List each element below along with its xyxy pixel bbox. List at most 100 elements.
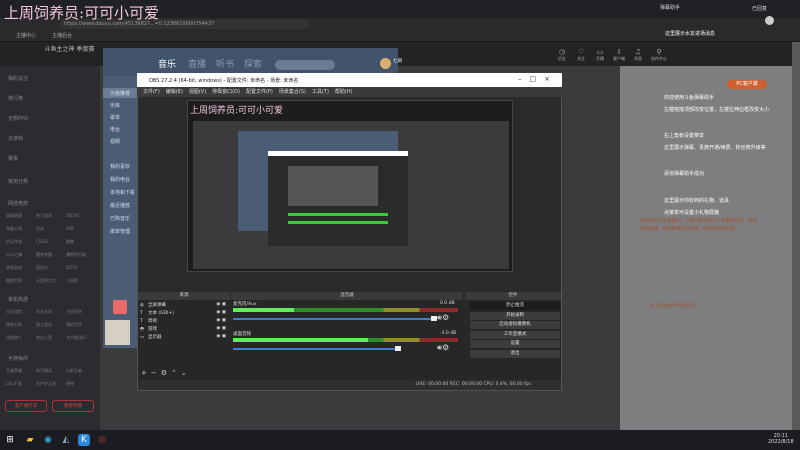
category-link[interactable]: DOTA2 (66, 213, 96, 219)
app-icon[interactable]: K (78, 434, 90, 446)
file-explorer-icon[interactable]: ▰ (24, 434, 36, 446)
volume-slider[interactable] (233, 348, 397, 350)
close-icon[interactable]: × (544, 75, 558, 83)
category-link[interactable]: DNF (66, 226, 96, 232)
follow-button[interactable]: ♡ 关注 (572, 48, 590, 62)
category-link[interactable]: 鬼谷八荒 (36, 335, 66, 341)
sidebar-item-rank[interactable]: 排行榜 (8, 95, 23, 102)
bookmark-item[interactable]: 主播中心 (16, 32, 36, 39)
system-clock[interactable]: 20:11 2022/8/18 (768, 433, 794, 445)
open-client-button[interactable]: 客户端打开 (5, 400, 47, 412)
down-icon[interactable]: ⌄ (181, 369, 191, 377)
sidebar-item-follow[interactable]: 我的关注 (8, 75, 28, 82)
category-link[interactable]: 我的世界 (66, 322, 96, 328)
edge-icon[interactable]: ◉ (42, 434, 54, 446)
live-button[interactable]: ▭ 开播 (591, 48, 609, 62)
category-link[interactable]: 明星游戏 (6, 265, 36, 271)
category-link[interactable]: CSGO (36, 239, 66, 245)
speaker-icon[interactable]: 🔊︎⚙ (437, 343, 449, 353)
remove-icon[interactable]: − (151, 369, 161, 377)
obs-menu-item[interactable]: 配置文件(P) (246, 89, 273, 95)
category-link[interactable]: 主机游戏 (6, 309, 36, 315)
category-link[interactable]: 魔兽世界 (6, 278, 36, 284)
speaker-icon[interactable]: 🔊︎⚙ (437, 313, 449, 323)
volume-slider[interactable] (233, 318, 433, 320)
control-button[interactable]: 启动虚拟摄像机 (470, 321, 560, 329)
source-item[interactable]: ◓ 游戏 ◉ ▣ (140, 326, 228, 332)
album-cover[interactable] (105, 320, 130, 345)
window-controls[interactable]: –□× (518, 75, 558, 83)
control-button[interactable]: 停止推流 (470, 302, 560, 310)
category-link[interactable]: LOL手游 (6, 381, 36, 387)
source-item[interactable]: T 周榜 ◉ ▣ (140, 318, 228, 324)
category-link[interactable]: 永劫无间 (36, 309, 66, 315)
category-link[interactable]: 魔兽争霸 (36, 252, 66, 258)
category-link[interactable]: 魔兽怀旧服 (66, 252, 96, 258)
obs-menu-item[interactable]: 场景集合(S) (279, 89, 306, 95)
music-sidebar-item[interactable]: 本地和下载 (110, 189, 134, 196)
gear-icon[interactable]: ⚙ (161, 369, 171, 377)
visibility-eye-icon[interactable]: ◉ ▣ (216, 318, 226, 323)
music-user-avatar[interactable] (380, 58, 391, 69)
sidebar-item-events[interactable]: 赛事 (8, 155, 18, 162)
obs-menu-item[interactable]: 帮助(H) (335, 89, 353, 95)
control-button[interactable]: 设置 (470, 340, 560, 348)
steam-icon[interactable]: ◭ (60, 434, 72, 446)
tab-audiobook[interactable]: 听书 (216, 57, 234, 70)
control-button[interactable]: 退出 (470, 349, 560, 358)
category-link[interactable]: 原神 (66, 381, 96, 387)
site-logo[interactable]: 斗鱼主之神 季度赛 (42, 44, 97, 64)
control-button[interactable]: 工作室模式 (470, 330, 560, 339)
category-link[interactable]: 三国杀 (66, 278, 96, 284)
visibility-eye-icon[interactable]: ◉ ▣ (216, 326, 226, 331)
minimize-icon[interactable]: – (518, 75, 530, 83)
category-link[interactable]: 魔兽 (66, 239, 96, 245)
obs-icon[interactable]: ◎ (96, 434, 108, 446)
obs-menu-item[interactable]: 编辑(E) (166, 89, 183, 95)
music-sidebar-item[interactable]: 歌单管理 (110, 228, 134, 235)
obs-menu-item[interactable]: 停靠窗口(D) (212, 89, 240, 95)
category-link[interactable]: cs沙之峰 (6, 252, 36, 258)
category-link[interactable]: 使命召唤 (6, 322, 36, 328)
messages-button[interactable]: ♫ 消息 (629, 48, 647, 62)
music-sidebar-item[interactable]: 电台 (110, 126, 134, 133)
tab-live[interactable]: 直播 (188, 57, 206, 70)
visibility-eye-icon[interactable]: ◉ ▣ (216, 302, 226, 307)
category-link[interactable]: 炉石传说 (6, 239, 36, 245)
add-icon[interactable]: + (141, 369, 151, 377)
category-link[interactable]: 英雄联盟 (6, 213, 36, 219)
music-search-input[interactable] (275, 60, 335, 70)
visibility-eye-icon[interactable]: ◉ ▣ (216, 334, 226, 339)
music-sidebar-item[interactable]: 最近播放 (110, 202, 134, 209)
heart-playlist-icon[interactable] (113, 300, 127, 314)
source-item[interactable]: T 文本 (GDI+) ◉ ▣ (140, 310, 228, 316)
category-link[interactable]: 独立游戏 (36, 322, 66, 328)
avatar[interactable] (765, 16, 774, 25)
source-item[interactable]: ◍ 全屏弹幕 ◉ ▣ (140, 302, 228, 308)
category-link[interactable]: 艾尔登法环 (66, 335, 96, 341)
category-link[interactable]: 和平精英 (36, 368, 66, 374)
music-sidebar-item[interactable]: 歌单 (110, 114, 134, 121)
category-link[interactable]: DOTA (66, 265, 96, 271)
music-sidebar-item[interactable]: 为我推荐 (110, 90, 134, 97)
visibility-eye-icon[interactable]: ◉ ▣ (216, 310, 226, 315)
history-button[interactable]: ◷ 历史 (553, 48, 571, 62)
category-link[interactable]: 天涯明月刀 (36, 278, 66, 284)
windows-start-icon[interactable]: ⊞ (4, 434, 16, 446)
music-sidebar-item[interactable]: 我的喜欢 (110, 163, 134, 170)
creator-center-button[interactable]: ⚲ 创作中心 (648, 48, 670, 62)
category-link[interactable]: 热门游戏 (36, 213, 66, 219)
up-icon[interactable]: ⌃ (171, 369, 181, 377)
category-link[interactable]: 王者荣耀 (6, 368, 36, 374)
music-sidebar-item[interactable]: 乐库 (110, 102, 134, 109)
category-link[interactable]: 穿越火线 (6, 226, 36, 232)
source-item[interactable]: ▭ 显示器 ◉ ▣ (140, 334, 228, 340)
pc-client-button[interactable]: PC客户端 (727, 80, 767, 89)
category-link[interactable]: 怪物猎人 (6, 335, 36, 341)
sidebar-item-ppo[interactable]: 无限PPO (8, 115, 28, 122)
start-live-button[interactable]: 我要开播 (52, 400, 94, 412)
bookmark-item[interactable]: 主播后台 (52, 32, 72, 39)
category-link[interactable]: 冒险岛 (36, 265, 66, 271)
tab-explore[interactable]: 探索 (244, 57, 262, 70)
obs-menu-item[interactable]: 文件(F) (143, 89, 160, 95)
